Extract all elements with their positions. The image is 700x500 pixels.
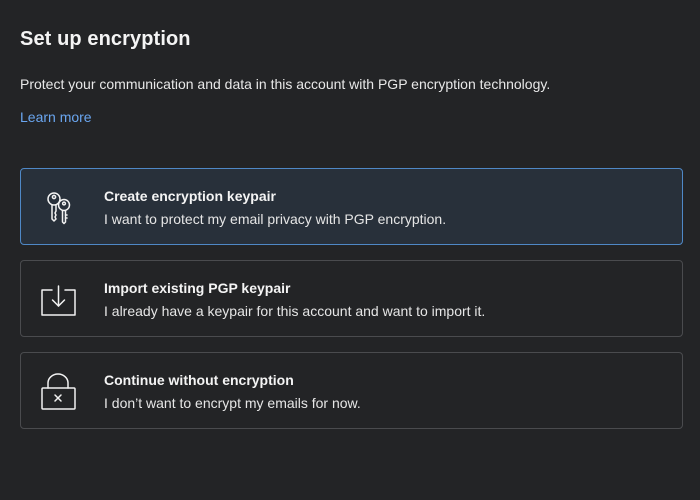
no-encryption-option[interactable]: Continue without encryption I don’t want… xyxy=(20,352,683,429)
option-description: I don’t want to encrypt my emails for no… xyxy=(104,395,361,411)
option-title: Import existing PGP keypair xyxy=(104,280,291,296)
option-description: I want to protect my email privacy with … xyxy=(104,211,447,227)
unlocked-padlock-icon xyxy=(39,372,79,412)
option-title: Continue without encryption xyxy=(104,372,294,388)
page-description: Protect your communication and data in t… xyxy=(20,76,551,92)
create-keypair-option[interactable]: Create encryption keypair I want to prot… xyxy=(20,168,683,245)
import-keypair-option[interactable]: Import existing PGP keypair I already ha… xyxy=(20,260,683,337)
import-icon xyxy=(39,280,79,320)
option-title: Create encryption keypair xyxy=(104,188,276,204)
page-title: Set up encryption xyxy=(20,28,191,50)
encryption-setup-page: Set up encryption Protect your communica… xyxy=(0,0,700,500)
learn-more-link[interactable]: Learn more xyxy=(20,109,92,125)
option-description: I already have a keypair for this accoun… xyxy=(104,303,486,319)
keys-icon xyxy=(39,188,79,228)
